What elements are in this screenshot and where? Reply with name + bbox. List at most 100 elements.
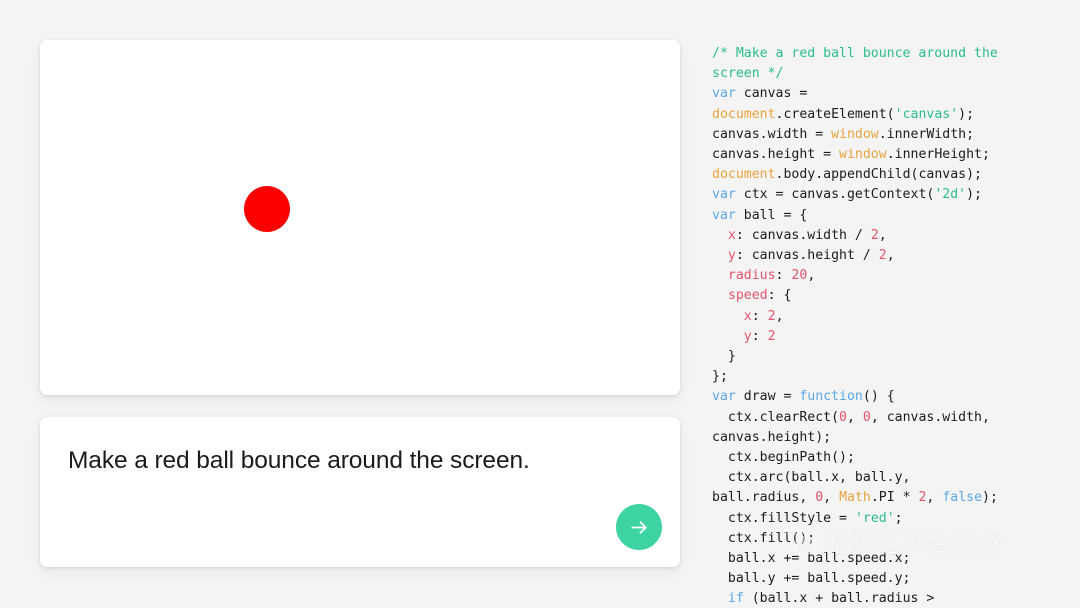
code-token-global: window bbox=[831, 127, 879, 142]
code-line: y: 2 bbox=[712, 329, 776, 344]
prompt-input-text[interactable]: Make a red ball bounce around the screen… bbox=[68, 445, 640, 477]
code-token-plain: ball.x += ball.speed.x; bbox=[712, 551, 911, 566]
code-token-number: 0 bbox=[815, 490, 823, 505]
code-panel: /* Make a red ball bounce around the scr… bbox=[700, 0, 1080, 608]
code-line: ctx.clearRect(0, 0, canvas.width, canvas… bbox=[712, 410, 998, 445]
code-line: }; bbox=[712, 369, 728, 384]
code-token-global: document bbox=[712, 107, 776, 122]
code-token-plain bbox=[712, 591, 728, 606]
code-line: ctx.arc(ball.x, ball.y, ball.radius, 0, … bbox=[712, 470, 998, 505]
code-output: /* Make a red ball bounce around the scr… bbox=[712, 44, 1012, 608]
code-token-keyword: var bbox=[712, 86, 736, 101]
code-token-number: 2 bbox=[768, 309, 776, 324]
code-token-plain: canvas = bbox=[736, 86, 815, 101]
code-token-string: 'canvas' bbox=[895, 107, 959, 122]
code-line: ctx.beginPath(); bbox=[712, 450, 855, 465]
code-token-prop: radius bbox=[728, 268, 776, 283]
code-line: ctx.fillStyle = 'red'; bbox=[712, 511, 903, 526]
code-line: var draw = function() { bbox=[712, 389, 895, 404]
code-token-string: '2d' bbox=[934, 187, 966, 202]
code-token-plain: ); bbox=[982, 490, 998, 505]
code-token-number: 2 bbox=[768, 329, 776, 344]
code-token-plain: ); bbox=[958, 107, 974, 122]
code-token-plain: : bbox=[752, 309, 768, 324]
code-token-plain: ctx.beginPath(); bbox=[712, 450, 855, 465]
code-token-plain: : bbox=[752, 329, 768, 344]
code-token-plain: ball.y += ball.speed.y; bbox=[712, 571, 911, 586]
code-token-plain: : bbox=[776, 268, 792, 283]
code-token-plain: .createElement( bbox=[776, 107, 895, 122]
submit-button[interactable] bbox=[616, 504, 662, 550]
code-token-number: 20 bbox=[791, 268, 807, 283]
code-line: ctx.fill(); bbox=[712, 531, 815, 546]
code-token-plain: .innerHeight; bbox=[887, 147, 990, 162]
code-line: if (ball.x + ball.radius > bbox=[712, 591, 934, 606]
code-line: x: 2, bbox=[712, 309, 784, 324]
code-token-plain: canvas.width = bbox=[712, 127, 831, 142]
code-token-plain: , bbox=[823, 490, 839, 505]
code-token-plain: canvas.height = bbox=[712, 147, 839, 162]
code-token-plain: }; bbox=[712, 369, 728, 384]
code-line: radius: 20, bbox=[712, 268, 815, 283]
code-line: var ball = { bbox=[712, 208, 807, 223]
code-line: var ctx = canvas.getContext('2d'); bbox=[712, 187, 982, 202]
code-token-prop: speed bbox=[728, 288, 768, 303]
code-token-prop: y bbox=[744, 329, 752, 344]
code-token-plain: : { bbox=[768, 288, 792, 303]
arrow-right-icon bbox=[628, 516, 651, 539]
code-line: speed: { bbox=[712, 288, 791, 303]
code-token-plain: ); bbox=[966, 187, 982, 202]
code-line: canvas.height = window.innerHeight; bbox=[712, 147, 990, 162]
code-token-plain: , bbox=[807, 268, 815, 283]
code-token-prop: y bbox=[728, 248, 736, 263]
code-line: } bbox=[712, 349, 736, 364]
code-token-keyword: false bbox=[942, 490, 982, 505]
code-token-plain: .body.appendChild(canvas); bbox=[776, 167, 982, 182]
code-token-plain: ctx = canvas.getContext( bbox=[736, 187, 935, 202]
code-line: ball.x += ball.speed.x; bbox=[712, 551, 911, 566]
code-token-plain bbox=[712, 288, 728, 303]
code-token-keyword: var bbox=[712, 187, 736, 202]
code-token-plain bbox=[712, 228, 728, 243]
code-token-plain: , bbox=[887, 248, 895, 263]
code-token-plain bbox=[712, 309, 744, 324]
code-token-keyword: var bbox=[712, 389, 736, 404]
code-line: y: canvas.height / 2, bbox=[712, 248, 895, 263]
code-token-plain bbox=[712, 248, 728, 263]
preview-card bbox=[40, 40, 680, 395]
red-ball bbox=[244, 186, 290, 232]
code-token-keyword: function bbox=[799, 389, 863, 404]
code-token-string: 'red' bbox=[855, 511, 895, 526]
code-token-plain: , bbox=[879, 228, 887, 243]
preview-canvas bbox=[40, 40, 680, 395]
code-token-plain: draw = bbox=[736, 389, 800, 404]
code-token-comment: /* Make a red ball bounce around the scr… bbox=[712, 46, 1006, 81]
code-token-keyword: if bbox=[728, 591, 744, 606]
code-token-plain: ctx.clearRect( bbox=[712, 410, 839, 425]
code-token-plain: , bbox=[847, 410, 863, 425]
code-line: canvas.width = window.innerWidth; bbox=[712, 127, 974, 142]
code-token-plain: ball = { bbox=[736, 208, 807, 223]
code-token-global: document bbox=[712, 167, 776, 182]
left-column: Make a red ball bounce around the screen… bbox=[0, 0, 700, 608]
code-token-number: 0 bbox=[863, 410, 871, 425]
code-token-prop: x bbox=[728, 228, 736, 243]
code-token-plain: ctx.fill(); bbox=[712, 531, 815, 546]
prompt-card[interactable]: Make a red ball bounce around the screen… bbox=[40, 417, 680, 567]
code-line: var canvas = document.createElement('can… bbox=[712, 86, 974, 121]
app-root: Make a red ball bounce around the screen… bbox=[0, 0, 1080, 608]
code-token-global: Math bbox=[839, 490, 871, 505]
code-token-plain bbox=[712, 268, 728, 283]
code-token-plain: , bbox=[776, 309, 784, 324]
code-token-plain: ; bbox=[895, 511, 903, 526]
code-token-plain: : canvas.height / bbox=[736, 248, 879, 263]
code-line: /* Make a red ball bounce around the scr… bbox=[712, 46, 1006, 81]
code-token-global: window bbox=[839, 147, 887, 162]
code-token-plain: : canvas.width / bbox=[736, 228, 871, 243]
code-token-plain: , bbox=[926, 490, 942, 505]
code-token-plain: ctx.fillStyle = bbox=[712, 511, 855, 526]
code-token-plain bbox=[712, 329, 744, 344]
code-token-prop: x bbox=[744, 309, 752, 324]
code-token-plain: .PI * bbox=[871, 490, 919, 505]
code-token-keyword: var bbox=[712, 208, 736, 223]
